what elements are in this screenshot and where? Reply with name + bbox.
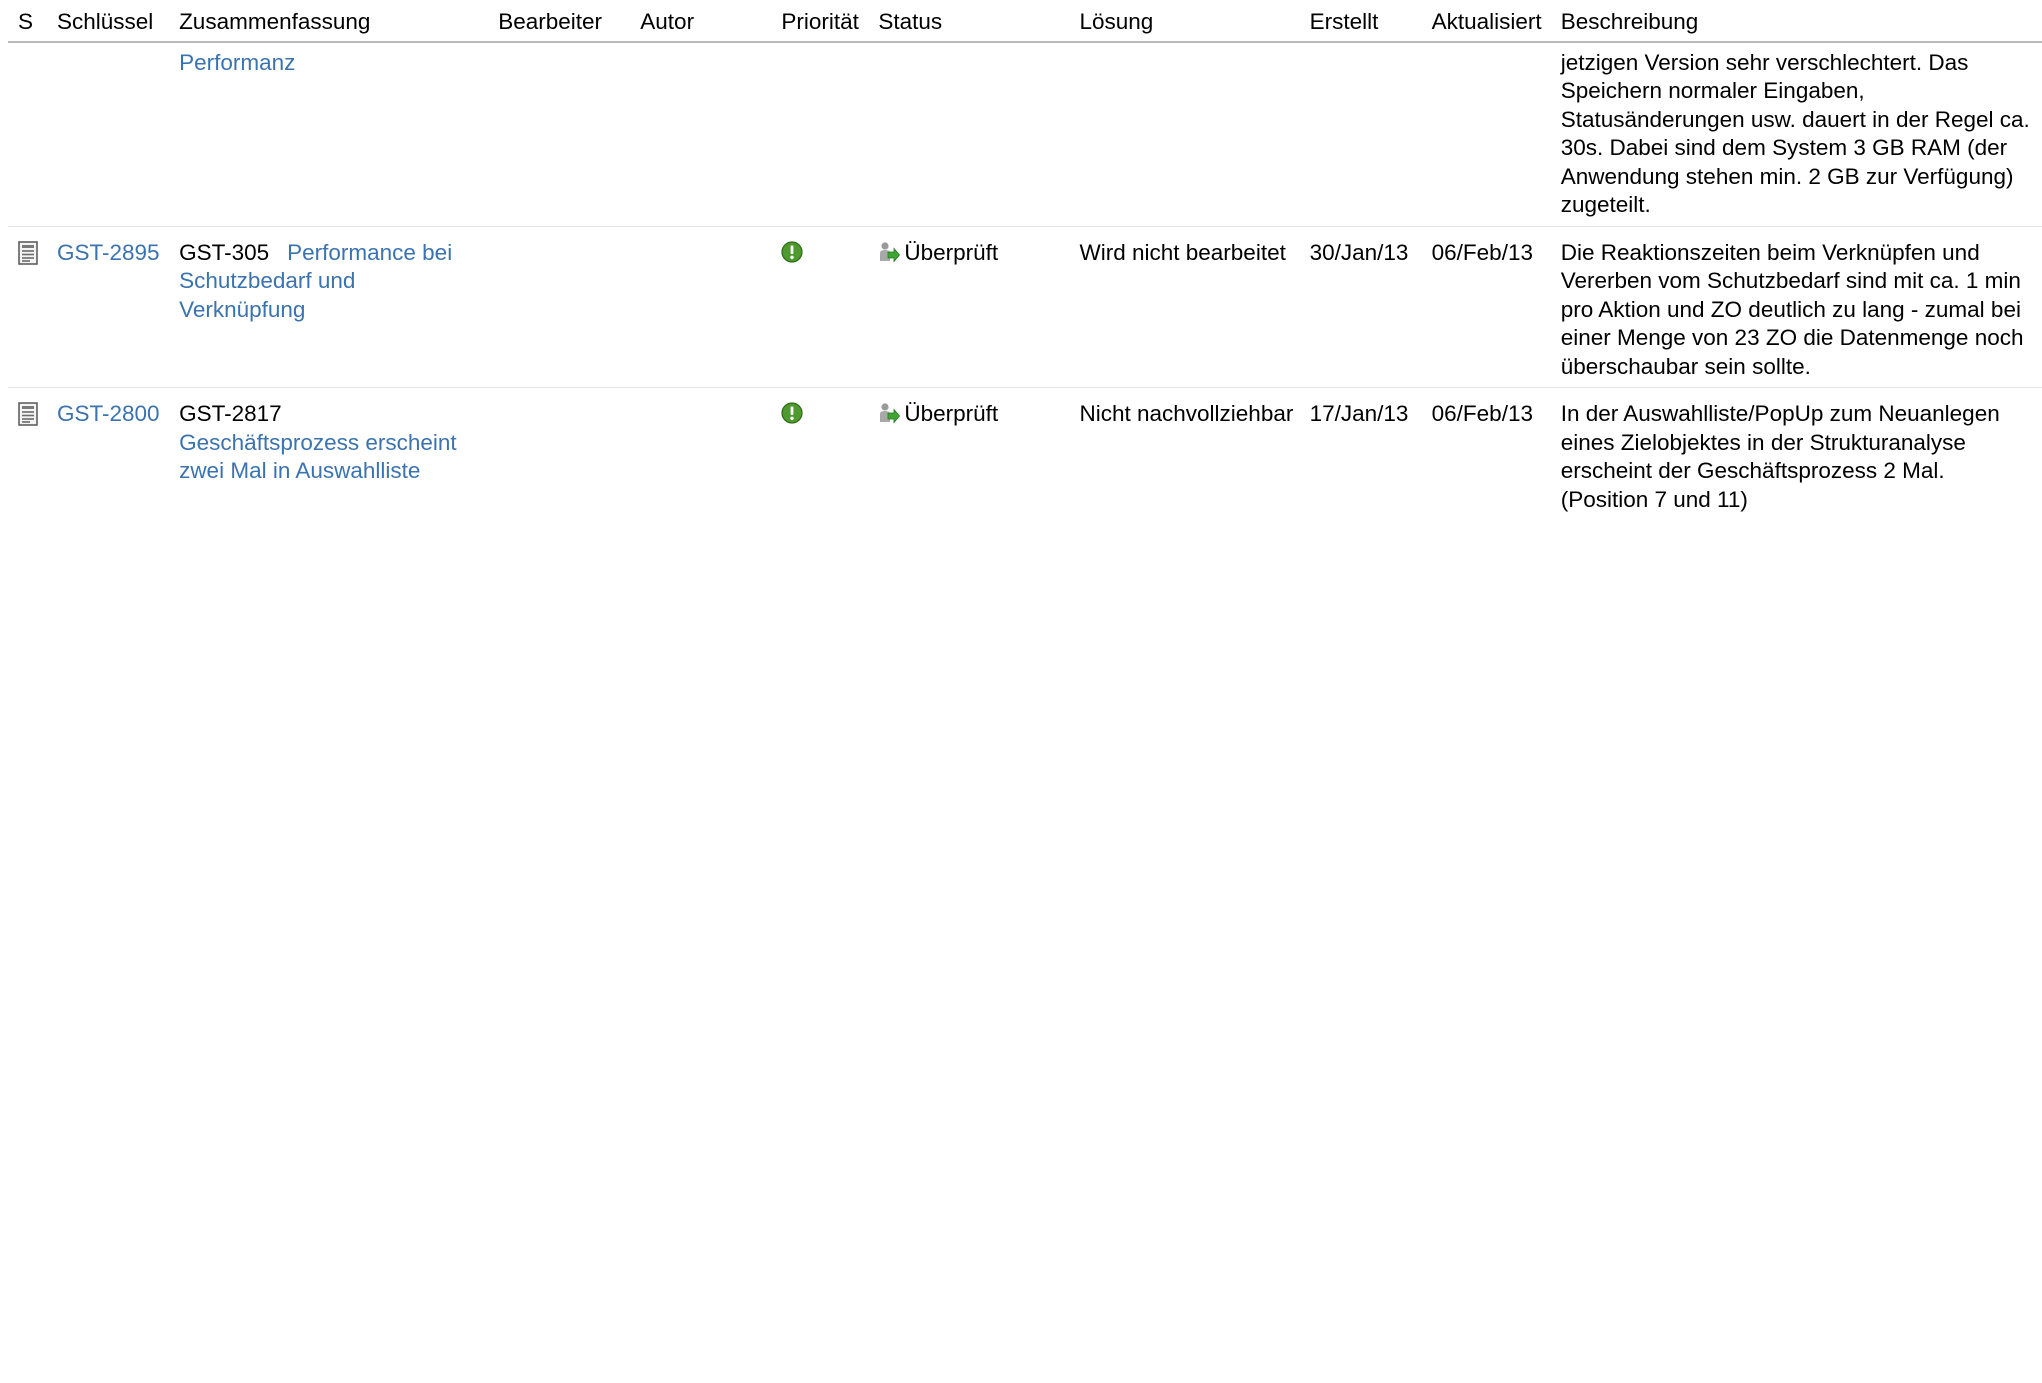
status-cell: Überprüft xyxy=(868,388,1069,521)
column-header-created[interactable]: Erstellt xyxy=(1299,0,1422,43)
resolution-cell xyxy=(1069,41,1300,227)
issue-key-link[interactable]: GST-2800 xyxy=(57,401,160,426)
description-cell: jetzigen Version sehr verschlechtert. Da… xyxy=(1550,41,2042,227)
summary-cell: GST-305 Performance bei Schutzbedarf und … xyxy=(169,226,489,388)
status-label: Überprüft xyxy=(904,239,999,265)
reporter-cell xyxy=(630,41,772,227)
priority-cell xyxy=(771,226,869,388)
assignee-cell xyxy=(488,226,631,388)
summary-cell: Performanz xyxy=(169,41,489,227)
type-cell xyxy=(8,41,48,227)
column-header-s[interactable]: S xyxy=(8,0,48,43)
status-cell xyxy=(868,41,1070,227)
column-header-updated[interactable]: Aktualisiert xyxy=(1421,0,1551,43)
status-reviewed-icon xyxy=(878,241,901,265)
parent-key: GST-2817 xyxy=(179,401,282,426)
created-cell: 30/Jan/13 xyxy=(1299,226,1422,388)
key-cell: GST-2895 xyxy=(47,226,170,388)
column-header-key[interactable]: Schlüssel xyxy=(47,0,170,43)
issue-table: S Schlüssel Zusammenfassung Bearbeiter A… xyxy=(8,0,2042,520)
created-cell: 17/Jan/13 xyxy=(1309,401,1409,426)
summary-link[interactable]: Performanz xyxy=(179,50,295,75)
reporter-cell xyxy=(630,388,771,521)
issue-key-link[interactable]: GST-2895 xyxy=(57,240,160,265)
resolution-cell: Nicht nachvollziehbar xyxy=(1079,401,1294,426)
status-label: Überprüft xyxy=(904,401,999,426)
updated-cell xyxy=(1421,41,1551,227)
column-header-priority[interactable]: Priorität xyxy=(771,0,869,43)
summary-link[interactable]: Geschäftsprozess erscheint zwei Mal in A… xyxy=(179,430,457,484)
column-header-assignee[interactable]: Bearbeiter xyxy=(488,0,631,43)
reporter-cell xyxy=(630,226,772,388)
resolution-cell: Wird nicht bearbeitet xyxy=(1069,226,1300,388)
updated-cell: 06/Feb/13 xyxy=(1421,226,1551,388)
table-row: GST-2895 GST-305 Performance bei Schutzbe… xyxy=(8,226,2042,388)
created-cell xyxy=(1299,41,1422,227)
description-cell: Die Reaktionszeiten beim Verknüpfen und … xyxy=(1550,226,2042,388)
type-cell xyxy=(8,388,47,521)
description-cell: In der Auswahlliste/PopUp zum Neuanlegen… xyxy=(1560,401,2000,512)
type-cell xyxy=(8,226,48,388)
status-cell: Überprüft xyxy=(868,226,1070,388)
column-header-description[interactable]: Beschreibung xyxy=(1550,0,2042,43)
key-cell: GST-2800 xyxy=(47,388,169,521)
summary-cell: GST-2817 Geschäftsprozess erscheint zwei… xyxy=(169,388,488,521)
assignee-cell xyxy=(488,41,631,227)
column-header-reporter[interactable]: Autor xyxy=(630,0,772,43)
document-icon xyxy=(18,240,38,265)
updated-cell: 06/Feb/13 xyxy=(1431,401,1533,426)
table-row: GST-2800 GST-2817 Geschäftsprozess ersch… xyxy=(8,388,2042,521)
assignee-cell xyxy=(488,388,630,521)
column-header-status[interactable]: Status xyxy=(868,0,1070,43)
status-reviewed-icon xyxy=(878,402,901,426)
table-row: Performanz jetzigen Version sehr verschl… xyxy=(8,41,2042,227)
priority-cell xyxy=(771,41,869,227)
table-header-row: S Schlüssel Zusammenfassung Bearbeiter A… xyxy=(8,0,2042,43)
column-header-summary[interactable]: Zusammenfassung xyxy=(169,0,489,43)
parent-key: GST-305 xyxy=(179,239,270,265)
column-header-resolution[interactable]: Lösung xyxy=(1069,0,1300,43)
priority-cell xyxy=(771,388,868,521)
priority-exclamation-icon xyxy=(781,240,803,263)
priority-exclamation-icon xyxy=(781,402,803,424)
document-icon xyxy=(18,402,38,426)
key-cell xyxy=(47,41,170,227)
